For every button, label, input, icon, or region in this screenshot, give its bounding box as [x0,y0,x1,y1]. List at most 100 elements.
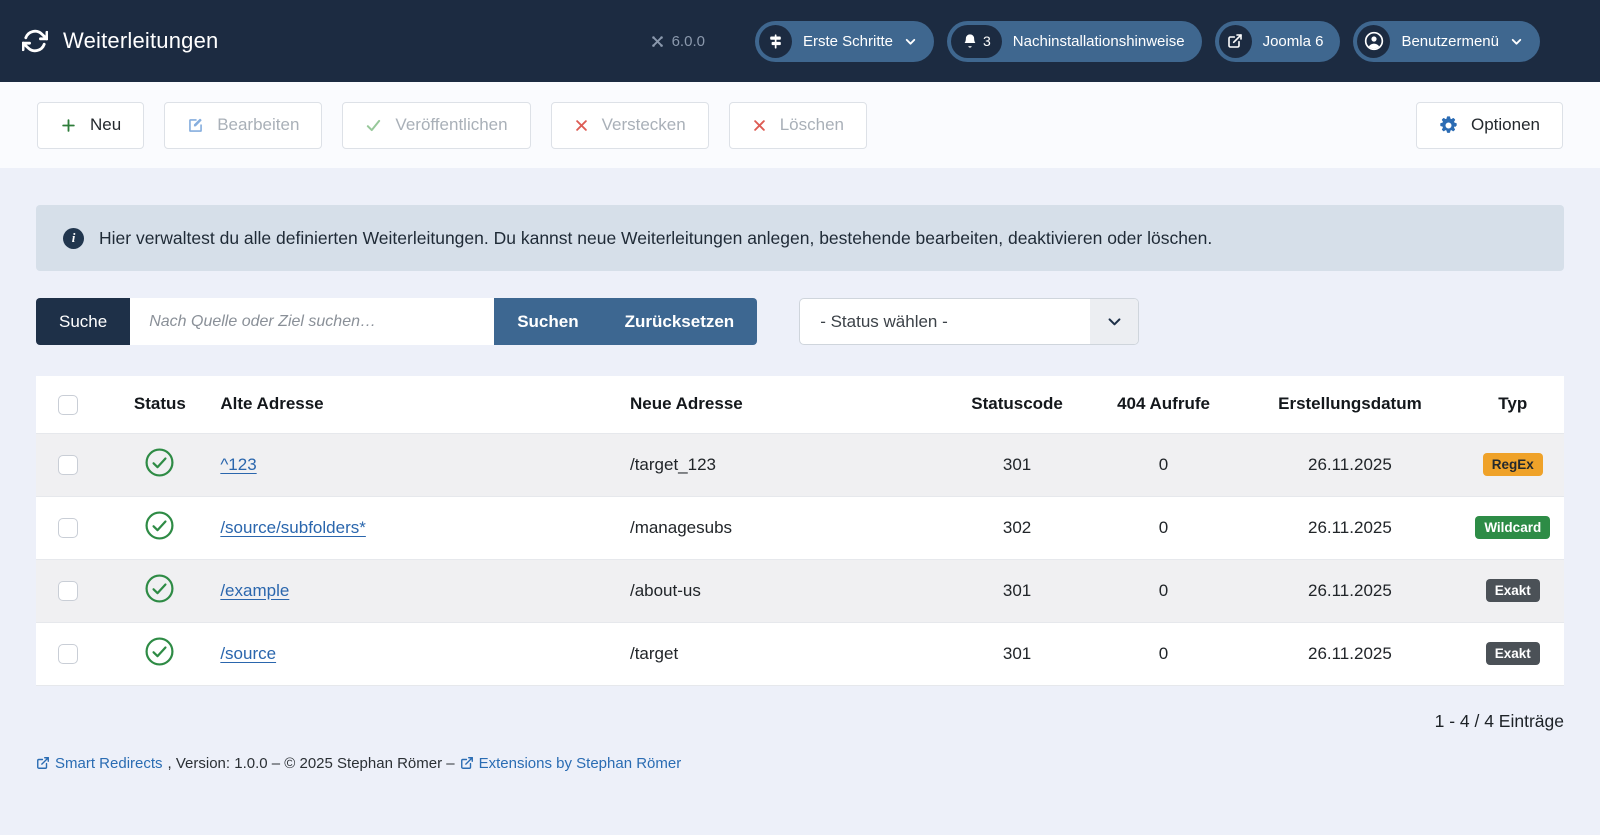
user-menu-button[interactable]: Benutzermenü [1353,21,1540,62]
main-content: i Hier verwaltest du alle definierten We… [0,168,1600,772]
hide-button[interactable]: Verstecken [551,102,709,149]
type-badge: Exakt [1486,579,1540,603]
version-label: 6.0.0 [672,33,705,50]
statuscode-cell: 302 [945,496,1088,559]
x-icon [574,118,589,133]
edit-button[interactable]: Bearbeiten [164,102,322,149]
external-link-icon [460,756,474,770]
external-link-icon [36,756,50,770]
hits-404-cell: 0 [1089,622,1239,685]
bell-icon [962,33,978,49]
old-address-link[interactable]: /example [220,581,289,600]
plus-icon [60,117,77,134]
status-filter-select[interactable]: - Status wählen - [799,298,1139,345]
chevron-down-icon [1106,313,1123,330]
options-button-label: Optionen [1471,115,1540,135]
top-navbar: Weiterleitungen 6.0.0 Erst [0,0,1600,82]
pagination-counter: 1 - 4 / 4 Einträge [36,711,1564,732]
search-reset-button[interactable]: Zurücksetzen [602,298,758,345]
search-actions: Suchen Zurücksetzen [494,298,757,345]
joomla-site-label: Joomla 6 [1263,33,1324,50]
toolbar: Neu Bearbeiten Veröffentlichen Verstecke… [0,82,1600,168]
statuscode-cell: 301 [945,559,1088,622]
external-link-icon [1227,33,1243,49]
publish-button-label: Veröffentlichen [395,115,507,135]
publish-button[interactable]: Veröffentlichen [342,102,530,149]
statuscode-cell: 301 [945,622,1088,685]
product-link[interactable]: Smart Redirects [36,755,163,772]
table-row: ^123 /target_123 301 0 26.11.2025 RegEx [36,433,1564,496]
search-submit-button[interactable]: Suchen [494,298,601,345]
getting-started-button[interactable]: Erste Schritte [755,21,934,62]
product-link-label: Smart Redirects [55,755,163,772]
options-button[interactable]: Optionen [1416,102,1563,149]
filter-bar: Suche Suchen Zurücksetzen - Status wähle… [36,298,1564,345]
type-badge: Exakt [1486,642,1540,666]
gear-icon [1439,116,1458,135]
app-brand: Weiterleitungen [22,28,218,54]
new-address-cell: /target_123 [630,433,945,496]
table-row: /source /target 301 0 26.11.2025 Exakt [36,622,1564,685]
published-status-icon[interactable] [144,447,175,478]
row-checkbox[interactable] [58,581,78,601]
row-checkbox[interactable] [58,644,78,664]
new-address-cell: /about-us [630,559,945,622]
published-status-icon[interactable] [144,510,175,541]
navbar-menu: Erste Schritte 3 Nachinstallationshinwei… [755,21,1540,62]
joomla-icon [650,34,665,49]
row-checkbox[interactable] [58,518,78,538]
created-date-cell: 26.11.2025 [1238,622,1461,685]
notification-count-badge: 3 [983,33,991,49]
info-alert-text: Hier verwaltest du alle definierten Weit… [99,228,1212,249]
column-header-status: Status [99,376,220,433]
author-link[interactable]: Extensions by Stephan Römer [460,755,682,772]
new-address-cell: /target [630,622,945,685]
select-all-checkbox[interactable] [58,395,78,415]
hits-404-cell: 0 [1089,433,1239,496]
sync-icon [22,28,48,54]
search-group: Suche Suchen Zurücksetzen [36,298,757,345]
hits-404-cell: 0 [1089,496,1239,559]
user-icon [1364,31,1384,51]
post-installation-messages-button[interactable]: 3 Nachinstallationshinweise [947,21,1202,62]
row-checkbox[interactable] [58,455,78,475]
published-status-icon[interactable] [144,573,175,604]
redirects-table: Status Alte Adresse Neue Adresse Statusc… [36,376,1564,686]
chevron-down-icon [1510,35,1523,48]
old-address-link[interactable]: /source/subfolders* [220,518,366,537]
hits-404-cell: 0 [1089,559,1239,622]
status-filter-value: - Status wählen - [800,312,948,332]
created-date-cell: 26.11.2025 [1238,433,1461,496]
hide-button-label: Verstecken [602,115,686,135]
table-row: /source/subfolders* /managesubs 302 0 26… [36,496,1564,559]
old-address-link[interactable]: /source [220,644,276,663]
type-badge: RegEx [1483,453,1543,477]
statuscode-cell: 301 [945,433,1088,496]
delete-button[interactable]: Löschen [729,102,867,149]
check-icon [365,117,382,134]
edit-icon [187,117,204,134]
edit-button-label: Bearbeiten [217,115,299,135]
x-icon [752,118,767,133]
joomla-site-link-button[interactable]: Joomla 6 [1215,21,1341,62]
old-address-link[interactable]: ^123 [220,455,256,474]
chevron-down-icon [904,35,917,48]
signpost-icon [767,33,784,50]
column-header-404-hits: 404 Aufrufe [1089,376,1239,433]
search-input[interactable] [130,298,494,345]
search-label: Suche [36,298,130,345]
footer-meta-text: , Version: 1.0.0 – © 2025 Stephan Römer … [168,755,455,772]
getting-started-label: Erste Schritte [803,33,893,50]
type-badge: Wildcard [1475,516,1550,540]
published-status-icon[interactable] [144,636,175,667]
info-icon: i [63,228,84,249]
user-menu-label: Benutzermenü [1401,33,1499,50]
component-footer: Smart Redirects , Version: 1.0.0 – © 202… [36,755,1564,772]
new-button[interactable]: Neu [37,102,144,149]
joomla-version: 6.0.0 [650,33,705,50]
table-row: /example /about-us 301 0 26.11.2025 Exak… [36,559,1564,622]
new-button-label: Neu [90,115,121,135]
post-installation-label: Nachinstallationshinweise [1013,33,1185,50]
column-header-statuscode: Statuscode [945,376,1088,433]
column-header-new-address: Neue Adresse [630,376,945,433]
